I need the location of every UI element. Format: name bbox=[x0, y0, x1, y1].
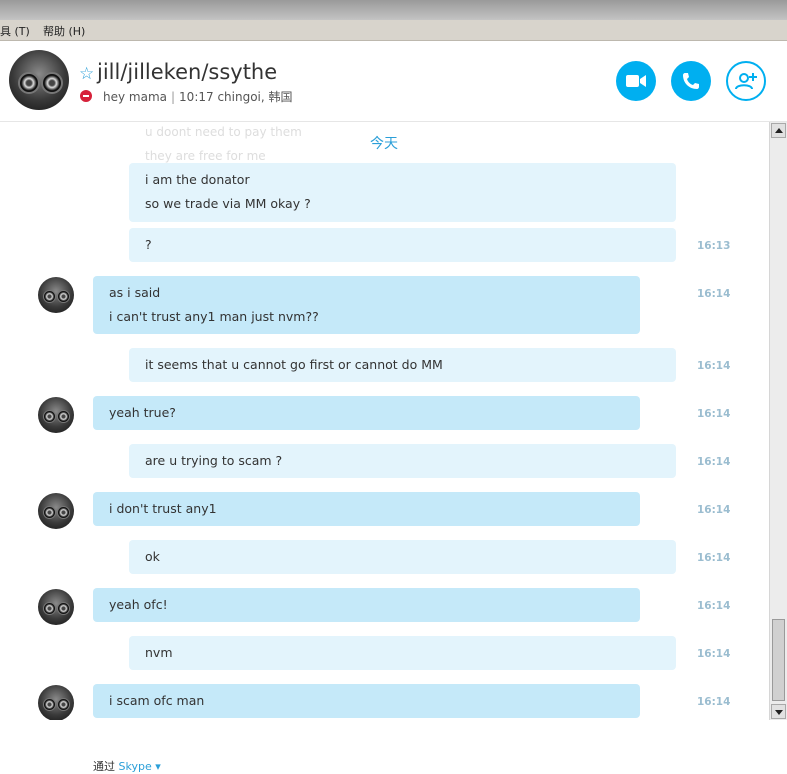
phone-icon bbox=[683, 73, 699, 89]
message-timestamp: 16:14 bbox=[697, 696, 731, 708]
incoming-message[interactable]: yeah ofc! bbox=[93, 588, 640, 622]
incoming-message[interactable]: yeah true? bbox=[93, 396, 640, 430]
message-text: nvm bbox=[145, 645, 173, 660]
contact-mood: hey mama bbox=[103, 90, 167, 104]
day-separator: 今天 bbox=[370, 136, 398, 152]
menu-tools[interactable]: 具 (T) bbox=[0, 23, 30, 39]
message-timestamp: 16:14 bbox=[697, 600, 731, 612]
outgoing-message[interactable]: are u trying to scam ? bbox=[129, 444, 676, 478]
message-text: ok bbox=[145, 549, 160, 564]
sender-avatar[interactable] bbox=[38, 397, 74, 433]
video-camera-icon bbox=[626, 75, 646, 87]
message-text: as i said bbox=[109, 285, 161, 300]
menu-help[interactable]: 帮助 (H) bbox=[43, 23, 85, 39]
faded-message: u doont need to pay them bbox=[145, 125, 302, 139]
conversation-header: ☆ jill/jilleken/ssythe hey mama | 10:17 ch… bbox=[0, 41, 787, 122]
outgoing-message[interactable]: nvm bbox=[129, 636, 676, 670]
window-title-bar bbox=[0, 0, 787, 22]
message-list[interactable]: u doont need to pay them they are free f… bbox=[0, 122, 768, 720]
message-text: i don't trust any1 bbox=[109, 501, 217, 516]
message-text: ? bbox=[145, 237, 152, 252]
outgoing-message[interactable]: i am the donator so we trade via MM okay … bbox=[129, 163, 676, 222]
message-timestamp: 16:14 bbox=[697, 552, 731, 564]
message-text: so we trade via MM okay ? bbox=[145, 196, 311, 211]
scroll-down-button[interactable] bbox=[771, 704, 786, 719]
message-text: it seems that u cannot go first or canno… bbox=[145, 357, 443, 372]
footer-via: 通过 bbox=[93, 760, 115, 773]
skype-link[interactable]: Skype ▾ bbox=[119, 760, 161, 773]
message-text: yeah true? bbox=[109, 405, 176, 420]
video-call-button[interactable] bbox=[616, 61, 656, 101]
message-text: i am the donator bbox=[145, 172, 250, 187]
incoming-message[interactable]: i don't trust any1 bbox=[93, 492, 640, 526]
vertical-scrollbar[interactable] bbox=[769, 122, 787, 720]
scroll-thumb[interactable] bbox=[772, 619, 785, 701]
incoming-message[interactable]: i scam ofc man bbox=[93, 684, 640, 718]
message-text: i scam ofc man bbox=[109, 693, 205, 708]
contact-name[interactable]: jill/jilleken/ssythe bbox=[97, 60, 277, 84]
message-timestamp: 16:14 bbox=[697, 456, 731, 468]
outgoing-message[interactable]: ? bbox=[129, 228, 676, 262]
contact-mood-line: hey mama | 10:17 chingoi, 韩国 bbox=[103, 90, 293, 104]
sender-avatar[interactable] bbox=[38, 589, 74, 625]
message-timestamp: 16:13 bbox=[697, 240, 731, 252]
message-timestamp: 16:14 bbox=[697, 504, 731, 516]
audio-call-button[interactable] bbox=[671, 61, 711, 101]
sender-avatar[interactable] bbox=[38, 277, 74, 313]
favorite-star-icon[interactable]: ☆ bbox=[79, 64, 94, 84]
message-timestamp: 16:14 bbox=[697, 648, 731, 660]
outgoing-message[interactable]: ok bbox=[129, 540, 676, 574]
sender-avatar[interactable] bbox=[38, 493, 74, 529]
message-timestamp: 16:14 bbox=[697, 408, 731, 420]
scroll-up-button[interactable] bbox=[771, 123, 786, 138]
incoming-message[interactable]: as i said i can't trust any1 man just nvm… bbox=[93, 276, 640, 334]
sent-via-footer: 通过 Skype ▾ bbox=[93, 758, 161, 774]
message-text: yeah ofc! bbox=[109, 597, 168, 612]
message-text: i can't trust any1 man just nvm?? bbox=[109, 309, 319, 324]
faded-message: they are free for me bbox=[145, 149, 266, 163]
add-person-icon bbox=[735, 73, 757, 90]
outgoing-message[interactable]: it seems that u cannot go first or canno… bbox=[129, 348, 676, 382]
message-text: are u trying to scam ? bbox=[145, 453, 283, 468]
message-timestamp: 16:14 bbox=[697, 360, 731, 372]
busy-status-icon bbox=[80, 90, 92, 102]
contact-avatar[interactable] bbox=[9, 50, 69, 110]
add-people-button[interactable] bbox=[726, 61, 766, 101]
contact-local-time: 10:17 chingoi, 韩国 bbox=[179, 90, 293, 104]
sender-avatar[interactable] bbox=[38, 685, 74, 720]
message-timestamp: 16:14 bbox=[697, 288, 731, 300]
menu-bar: 具 (T) 帮助 (H) bbox=[0, 20, 787, 41]
